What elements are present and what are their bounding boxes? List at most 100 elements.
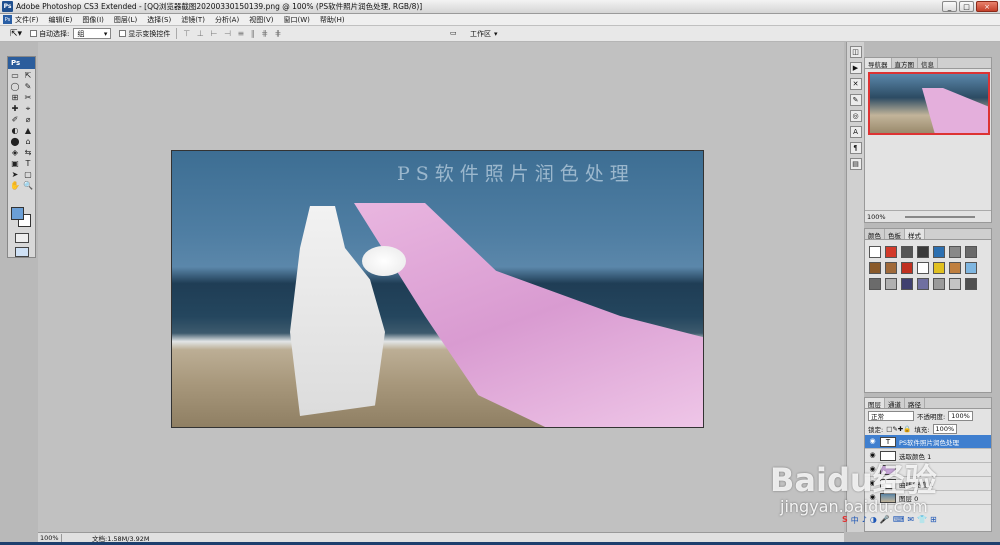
menu-layer[interactable]: 图层(L) <box>114 15 137 25</box>
style-swatch[interactable] <box>885 278 897 290</box>
foreground-color-swatch[interactable] <box>11 207 24 220</box>
workspace-button[interactable]: 工作区 ▾ <box>470 29 498 39</box>
show-transform-checkbox[interactable] <box>119 30 127 37</box>
close-button[interactable]: × <box>976 1 998 12</box>
tool-icon[interactable]: ✋ <box>9 181 21 191</box>
style-swatch[interactable] <box>965 262 977 274</box>
paragraph-icon[interactable]: ¶ <box>849 142 862 154</box>
menu-file[interactable]: 文件(F) <box>15 15 39 25</box>
style-swatch[interactable] <box>869 278 881 290</box>
lock-icons[interactable]: □✎✚🔒 <box>886 425 911 433</box>
menu-edit[interactable]: 编辑(E) <box>49 15 73 25</box>
ime-button[interactable]: ◑ <box>870 515 877 526</box>
style-swatch[interactable] <box>917 246 929 258</box>
ime-button[interactable]: ⊞ <box>930 515 937 526</box>
menu-analysis[interactable]: 分析(A) <box>215 15 239 25</box>
style-swatch[interactable] <box>917 278 929 290</box>
eye-icon[interactable]: ◉ <box>868 437 877 446</box>
tool-icon[interactable]: ⌂ <box>22 137 34 147</box>
tool-icon[interactable]: ⌀ <box>22 115 34 125</box>
ime-button[interactable]: ♪ <box>862 515 867 526</box>
quick-mask-button[interactable] <box>15 233 29 243</box>
tool-icon[interactable]: ◈ <box>9 148 21 158</box>
ime-button[interactable]: 👕 <box>917 515 927 526</box>
style-swatch[interactable] <box>901 278 913 290</box>
tab-navigator[interactable]: 导航器 <box>865 58 892 69</box>
zoom-slider[interactable] <box>905 216 975 218</box>
style-swatch[interactable] <box>885 246 897 258</box>
navigator-thumbnail[interactable] <box>868 72 990 135</box>
brushes-icon[interactable]: ✎ <box>849 94 862 106</box>
move-tool-icon[interactable]: ⇱▾ <box>10 29 22 39</box>
tool-icon[interactable]: ⇱ <box>22 71 34 81</box>
ime-button[interactable]: 🎤 <box>880 515 890 526</box>
style-swatch[interactable] <box>949 278 961 290</box>
style-swatch[interactable] <box>869 262 881 274</box>
tool-icon[interactable]: ✎ <box>22 82 34 92</box>
tool-presets-icon[interactable]: ✕ <box>849 78 862 90</box>
history-icon[interactable]: ◫ <box>849 46 862 58</box>
ime-button[interactable]: S <box>842 515 848 526</box>
tool-icon[interactable]: ◐ <box>9 126 21 136</box>
zoom-level[interactable]: 100% <box>38 533 62 542</box>
menu-view[interactable]: 视图(V) <box>249 15 273 25</box>
navigator-zoom[interactable]: 100% <box>867 213 886 221</box>
tool-icon[interactable]: ▢ <box>22 170 34 180</box>
style-swatch[interactable] <box>869 246 881 258</box>
style-swatch[interactable] <box>933 278 945 290</box>
auto-select-checkbox[interactable] <box>30 30 38 37</box>
tool-icon[interactable]: ✐ <box>9 115 21 125</box>
document-size[interactable]: 文档:1.58M/3.92M <box>92 533 150 543</box>
ime-toolbar[interactable]: S 中 ♪ ◑ 🎤 ⌨ ✉ 👕 ⊞ <box>842 515 937 526</box>
tab-paths[interactable]: 路径 <box>905 398 925 409</box>
tool-icon[interactable]: ✂ <box>22 93 34 103</box>
style-swatch[interactable] <box>949 262 961 274</box>
style-swatch[interactable] <box>885 262 897 274</box>
blend-mode-select[interactable]: 正常 <box>868 410 914 421</box>
style-swatch[interactable] <box>917 262 929 274</box>
clone-source-icon[interactable]: ◎ <box>849 110 862 122</box>
actions-icon[interactable]: ▶ <box>849 62 862 74</box>
palette-well-icon[interactable]: ▭ <box>450 29 457 37</box>
tool-icon[interactable]: ⌖ <box>22 104 34 114</box>
align-buttons[interactable]: ⊤ ⊥ ⊢ ⊣ ≡ ∥ ⋕ ⋕ <box>183 29 283 38</box>
tab-channels[interactable]: 通道 <box>885 398 905 409</box>
menu-filter[interactable]: 滤镜(T) <box>181 15 205 25</box>
opacity-field[interactable]: 100% <box>948 410 973 421</box>
ime-button[interactable]: ⌨ <box>893 515 905 526</box>
layer-row[interactable]: ◉ T PS软件照片润色处理 <box>865 435 991 449</box>
style-swatch[interactable] <box>965 278 977 290</box>
ime-button[interactable]: ✉ <box>907 515 914 526</box>
minimize-button[interactable]: _ <box>942 1 957 12</box>
style-swatch[interactable] <box>901 262 913 274</box>
auto-select-dropdown[interactable]: 组 ▾ <box>73 28 112 39</box>
style-swatch[interactable] <box>949 246 961 258</box>
style-swatch[interactable] <box>965 246 977 258</box>
tool-icon[interactable]: ⊞ <box>9 93 21 103</box>
tool-icon[interactable]: ✚ <box>9 104 21 114</box>
tab-swatches[interactable]: 色板 <box>885 229 905 240</box>
menu-select[interactable]: 选择(S) <box>147 15 171 25</box>
tab-color[interactable]: 颜色 <box>865 229 885 240</box>
tool-icon[interactable]: T <box>22 159 34 169</box>
style-swatch[interactable] <box>933 246 945 258</box>
style-swatch[interactable] <box>933 262 945 274</box>
maximize-button[interactable]: □ <box>959 1 974 12</box>
ime-button[interactable]: 中 <box>851 515 859 526</box>
document-image[interactable]: PS软件照片润色处理 <box>171 150 704 428</box>
layer-comps-icon[interactable]: ▤ <box>849 158 862 170</box>
tab-layers[interactable]: 图层 <box>865 398 885 409</box>
menu-window[interactable]: 窗口(W) <box>283 15 309 25</box>
tab-histogram[interactable]: 直方图 <box>892 58 918 69</box>
menu-image[interactable]: 图像(I) <box>82 15 104 25</box>
tab-info[interactable]: 信息 <box>918 58 938 69</box>
character-icon[interactable]: A <box>849 126 862 138</box>
tool-icon[interactable]: 🔍 <box>22 181 34 191</box>
tab-styles[interactable]: 样式 <box>905 229 925 240</box>
document-menu-icon[interactable]: Ps <box>3 15 12 24</box>
screen-mode-button[interactable] <box>15 247 29 257</box>
tool-icon[interactable]: ⇆ <box>22 148 34 158</box>
tool-icon[interactable]: ➤ <box>9 170 21 180</box>
tool-icon[interactable]: ▲ <box>22 126 34 136</box>
tool-icon[interactable]: ⬤ <box>9 137 21 147</box>
